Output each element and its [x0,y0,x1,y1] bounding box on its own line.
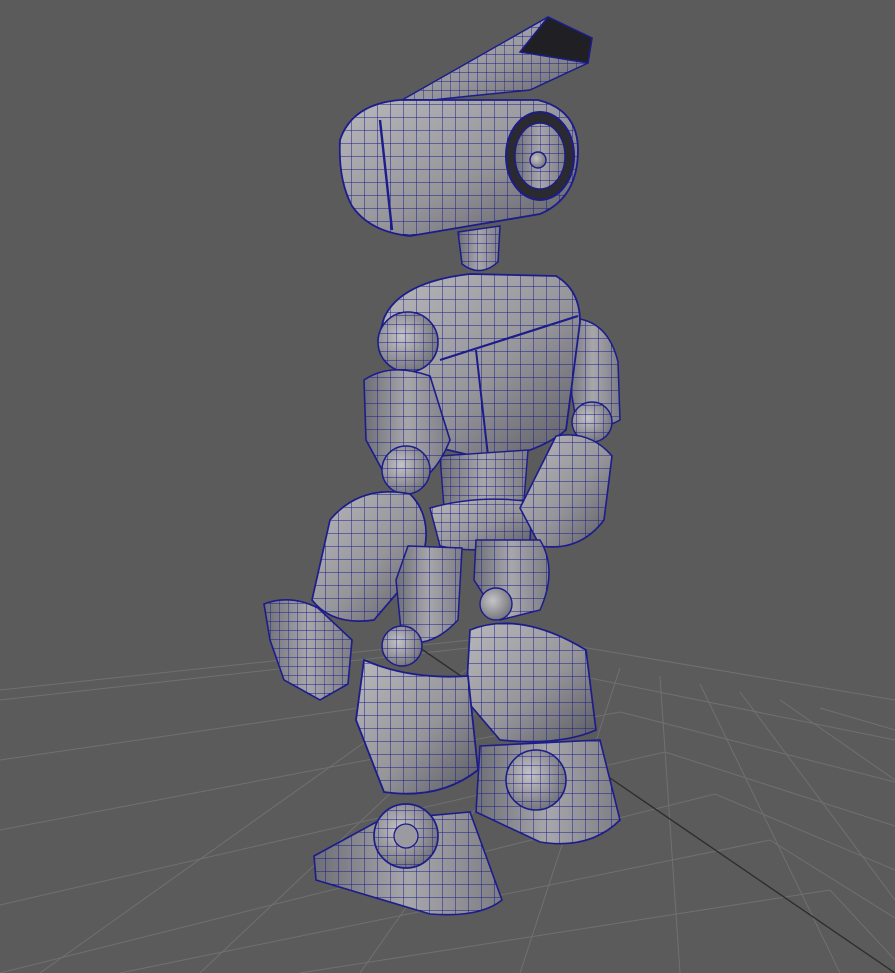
left-upper-arm[interactable] [363,311,451,495]
neck[interactable] [457,225,501,272]
head[interactable] [338,99,579,237]
3d-viewport[interactable] [0,0,895,973]
viewport-canvas[interactable] [0,0,895,973]
visor-eye [505,111,575,201]
head-fin[interactable] [394,16,593,105]
abdomen[interactable] [429,449,533,551]
right-forearm[interactable] [519,434,613,548]
right-leg[interactable] [465,539,621,845]
robot-model[interactable] [263,16,621,916]
